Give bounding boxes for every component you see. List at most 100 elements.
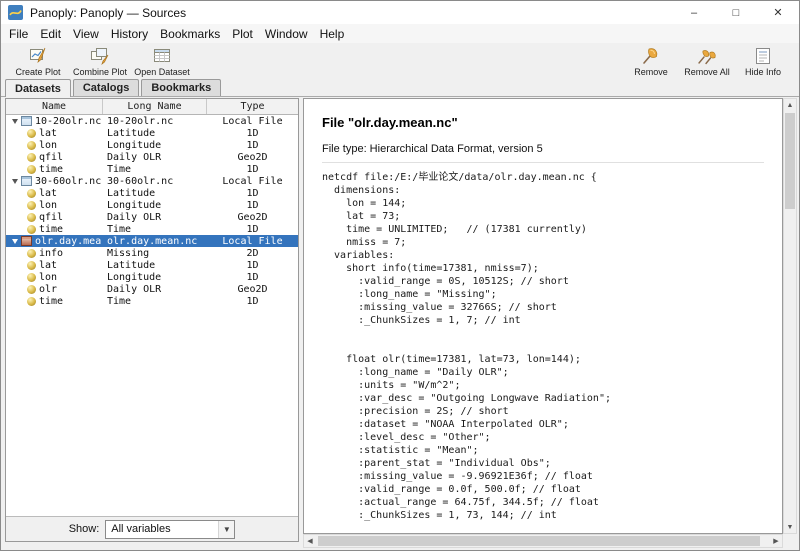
table-row[interactable]: 10-20olr.nc 10-20olr.nc Local File [6,115,298,127]
expand-triangle-icon[interactable] [12,239,18,244]
menu-plot[interactable]: Plot [226,26,259,42]
row-name: 30-60olr.nc [35,176,101,187]
file-title: File "olr.day.mean.nc" [322,115,764,130]
table-row[interactable]: olr.day.mea... olr.day.mean.nc Local Fil… [6,235,298,247]
close-button[interactable]: ✕ [757,1,799,24]
table-row[interactable]: lat Latitude 1D [6,259,298,271]
row-type: Geo2D [207,152,298,163]
table-row[interactable]: info Missing 2D [6,247,298,259]
remove-all-button[interactable]: Remove All [679,44,735,77]
row-type: 1D [207,164,298,175]
row-type: Local File [207,176,298,187]
column-header-name[interactable]: Name [6,99,103,114]
maximize-button[interactable]: □ [715,1,757,24]
remove-button[interactable]: Remove [623,44,679,77]
row-icon [27,141,36,150]
row-icon [27,189,36,198]
table-row[interactable]: lat Latitude 1D [6,127,298,139]
remove-icon [641,46,661,66]
row-name: lon [39,140,57,151]
scroll-down-icon[interactable]: ▼ [784,521,796,533]
expand-triangle-icon[interactable] [12,119,18,124]
open-dataset-icon [152,46,172,66]
vertical-scrollbar[interactable]: ▲ ▼ [783,98,797,534]
tab-catalogs[interactable]: Catalogs [73,79,139,96]
show-variables-dropdown[interactable]: All variables ▼ [105,520,235,539]
minimize-button[interactable]: – [673,1,715,24]
menu-window[interactable]: Window [259,26,314,42]
combine-plot-icon [90,46,110,66]
row-long-name: olr.day.mean.nc [103,236,207,247]
expand-triangle-icon[interactable] [12,179,18,184]
row-icon [27,153,36,162]
row-type: Local File [207,236,298,247]
title-bar[interactable]: Panoply: Panoply — Sources – □ ✕ [1,1,799,24]
tab-datasets[interactable]: Datasets [5,79,71,97]
column-header-type[interactable]: Type [207,99,298,114]
tool-label: Open Dataset [134,67,190,77]
row-name: lat [39,260,57,271]
row-name-cell: 10-20olr.nc [6,116,103,127]
combine-plot-button[interactable]: Combine Plot [69,44,131,77]
menu-edit[interactable]: Edit [34,26,67,42]
tool-label: Create Plot [15,67,60,77]
row-long-name: Time [103,296,207,307]
hide-info-button[interactable]: Hide Info [735,44,791,77]
row-icon [27,297,36,306]
file-info-view: File "olr.day.mean.nc" File type: Hierar… [303,98,783,534]
table-row[interactable]: time Time 1D [6,223,298,235]
row-type: 1D [207,296,298,307]
show-bar: Show: All variables ▼ [6,516,298,541]
chevron-down-icon: ▼ [218,521,234,538]
scroll-up-icon[interactable]: ▲ [784,99,796,111]
toolbar: Create Plot Combine Plot Open Dataset Re… [1,43,799,79]
row-long-name: Latitude [103,188,207,199]
table-row[interactable]: 30-60olr.nc 30-60olr.nc Local File [6,175,298,187]
dataset-tree: 10-20olr.nc 10-20olr.nc Local File lat L… [6,115,298,516]
row-long-name: Longitude [103,200,207,211]
row-name: qfil [39,152,63,163]
table-row[interactable]: time Time 1D [6,163,298,175]
row-name: lat [39,188,57,199]
main-content: Name Long Name Type 10-20olr.nc 10-20olr… [1,96,799,550]
scroll-left-icon[interactable]: ◀ [304,535,316,547]
row-icon [27,273,36,282]
row-name: lat [39,128,57,139]
table-row[interactable]: lon Longitude 1D [6,271,298,283]
row-name-cell: time [6,224,103,235]
tab-bar: Datasets Catalogs Bookmarks [1,79,799,96]
horizontal-scroll-thumb[interactable] [318,536,760,546]
open-dataset-button[interactable]: Open Dataset [131,44,193,77]
row-name-cell: 30-60olr.nc [6,176,103,187]
column-header-long-name[interactable]: Long Name [103,99,207,114]
row-icon [21,176,32,186]
menu-history[interactable]: History [105,26,154,42]
menu-view[interactable]: View [67,26,105,42]
table-row[interactable]: lon Longitude 1D [6,199,298,211]
row-long-name: Daily OLR [103,152,207,163]
show-label: Show: [69,523,100,535]
tab-label: Datasets [15,83,61,95]
scroll-right-icon[interactable]: ▶ [770,535,782,547]
table-row[interactable]: time Time 1D [6,295,298,307]
window-title: Panoply: Panoply — Sources [30,6,186,20]
table-row[interactable]: qfil Daily OLR Geo2D [6,151,298,163]
table-row[interactable]: lon Longitude 1D [6,139,298,151]
table-row[interactable]: olr Daily OLR Geo2D [6,283,298,295]
menu-bookmarks[interactable]: Bookmarks [154,26,226,42]
menu-file[interactable]: File [3,26,34,42]
row-name: olr [39,284,57,295]
tab-bookmarks[interactable]: Bookmarks [141,79,221,96]
horizontal-scrollbar[interactable]: ◀ ▶ [303,534,783,548]
vertical-scroll-thumb[interactable] [785,113,795,209]
row-type: 1D [207,200,298,211]
create-plot-button[interactable]: Create Plot [7,44,69,77]
row-name: time [39,224,63,235]
row-type: 1D [207,188,298,199]
create-plot-icon [28,46,48,66]
row-type: Geo2D [207,212,298,223]
table-row[interactable]: qfil Daily OLR Geo2D [6,211,298,223]
menu-help[interactable]: Help [314,26,351,42]
table-row[interactable]: lat Latitude 1D [6,187,298,199]
row-name: lon [39,200,57,211]
